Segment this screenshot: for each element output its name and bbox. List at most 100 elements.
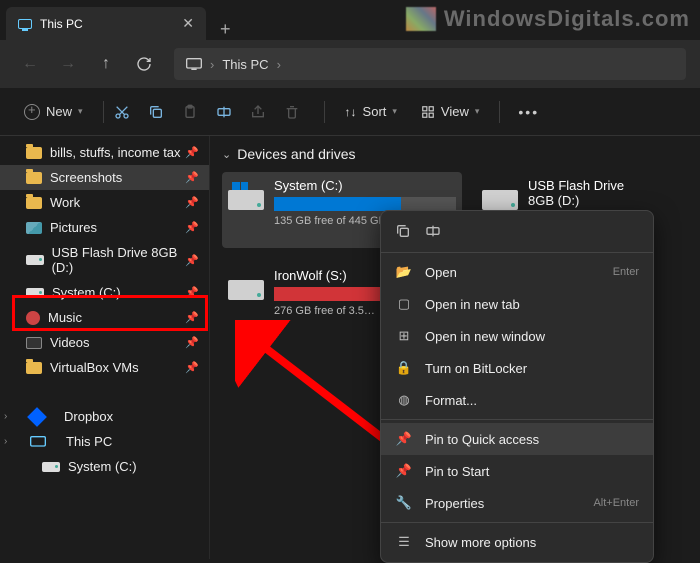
sidebar-item-system-c-2[interactable]: System (C:) <box>0 454 209 479</box>
new-tab-button[interactable]: + <box>206 19 245 40</box>
address-bar[interactable]: › This PC › <box>174 48 686 80</box>
sidebar: bills, stuffs, income tax📌 Screenshots📌 … <box>0 136 210 559</box>
sidebar-item-pictures[interactable]: Pictures📌 <box>0 215 209 240</box>
drive-icon <box>228 272 264 300</box>
sidebar-item-work[interactable]: Work📌 <box>0 190 209 215</box>
sidebar-item-dropbox[interactable]: ›Dropbox <box>0 404 209 429</box>
sidebar-item-label: Music <box>48 310 82 325</box>
sidebar-item-label: VirtualBox VMs <box>50 360 139 375</box>
delete-button[interactable] <box>284 104 314 120</box>
pin-icon: 📌 <box>185 221 199 234</box>
sort-button[interactable]: ↑↓ Sort ▾ <box>335 98 407 125</box>
sidebar-item-label: This PC <box>66 434 112 449</box>
ctx-open-new-window[interactable]: ⊞Open in new window <box>381 320 653 352</box>
ctx-pin-quick-access[interactable]: 📌 Pin to Quick access <box>381 423 653 455</box>
plus-circle-icon <box>24 104 40 120</box>
sidebar-item-label: System (C:) <box>68 459 137 474</box>
lock-icon: 🔒 <box>395 360 413 376</box>
drive-icon <box>42 462 60 472</box>
ctx-properties[interactable]: 🔧PropertiesAlt+Enter <box>381 487 653 519</box>
chevron-right-icon: › <box>4 436 7 447</box>
rename-button[interactable] <box>216 104 246 120</box>
new-label: New <box>46 104 72 119</box>
chevron-right-icon: › <box>210 57 214 72</box>
drive-icon <box>228 182 264 210</box>
back-button[interactable]: ← <box>14 48 46 80</box>
pc-icon <box>30 436 46 448</box>
sidebar-item-system-c[interactable]: System (C:)📌 <box>0 280 209 305</box>
chevron-right-icon: › <box>277 57 281 72</box>
folder-open-icon: 📂 <box>395 264 413 280</box>
section-header[interactable]: ⌄ Devices and drives <box>214 140 700 168</box>
context-menu: 📂OpenEnter ▢Open in new tab ⊞Open in new… <box>380 210 654 563</box>
new-button[interactable]: New ▾ <box>14 98 93 126</box>
ctx-bitlocker[interactable]: 🔒Turn on BitLocker <box>381 352 653 384</box>
ctx-pin-start[interactable]: 📌Pin to Start <box>381 455 653 487</box>
sidebar-item-videos[interactable]: Videos 📌 <box>0 330 209 355</box>
drive-icon <box>26 288 44 298</box>
paste-button[interactable] <box>182 104 212 120</box>
refresh-button[interactable] <box>128 48 160 80</box>
copy-button[interactable] <box>148 104 178 120</box>
tab-title: This PC <box>40 17 83 31</box>
more-button[interactable]: ••• <box>510 104 547 120</box>
separator <box>381 252 653 253</box>
sidebar-item-label: Screenshots <box>50 170 122 185</box>
ctx-label: Format... <box>425 393 477 408</box>
ctx-copy-button[interactable] <box>395 223 415 239</box>
folder-icon <box>26 197 42 209</box>
cut-button[interactable] <box>114 104 144 120</box>
sidebar-item-virtualbox[interactable]: VirtualBox VMs 📌 <box>0 355 209 380</box>
sidebar-item-label: Work <box>50 195 80 210</box>
nav-row: ← → ↑ › This PC › <box>0 40 700 88</box>
share-button[interactable] <box>250 104 280 120</box>
folder-icon <box>26 362 42 374</box>
chevron-right-icon: › <box>4 411 7 422</box>
separator <box>381 522 653 523</box>
sidebar-item-label: Videos <box>50 335 90 350</box>
ctx-rename-button[interactable] <box>425 223 445 239</box>
drive-name: USB Flash Drive 8GB (D:) <box>528 178 650 208</box>
drive-name: System (C:) <box>274 178 456 193</box>
chevron-down-icon: ▾ <box>392 106 397 117</box>
sidebar-item-this-pc[interactable]: › This PC <box>0 429 209 454</box>
ctx-label: Show more options <box>425 535 536 550</box>
breadcrumb[interactable]: This PC <box>222 57 268 72</box>
sidebar-item-bills[interactable]: bills, stuffs, income tax📌 <box>0 140 209 165</box>
sidebar-item-label: USB Flash Drive 8GB (D:) <box>52 245 199 275</box>
up-button[interactable]: ↑ <box>90 48 122 80</box>
ctx-label: Pin to Quick access <box>425 432 539 447</box>
toolbar: New ▾ ↑↓ Sort ▾ View ▾ ••• <box>0 88 700 136</box>
sidebar-item-music[interactable]: Music📌 <box>0 305 209 330</box>
tab-this-pc[interactable]: This PC ✕ <box>6 7 206 40</box>
sidebar-item-usb[interactable]: USB Flash Drive 8GB (D:)📌 <box>0 240 209 280</box>
drive-usage-bar <box>274 197 456 211</box>
chevron-down-icon: ▾ <box>78 106 83 117</box>
pin-icon: 📌 <box>395 431 413 447</box>
section-title: Devices and drives <box>237 146 355 162</box>
ctx-open[interactable]: 📂OpenEnter <box>381 256 653 288</box>
watermark: WindowsDigitals.com <box>406 6 690 32</box>
pin-icon: 📌 <box>185 146 199 159</box>
view-icon <box>421 105 435 119</box>
pin-icon: 📌 <box>185 361 199 374</box>
ctx-format[interactable]: ◍Format... <box>381 384 653 416</box>
sidebar-item-screenshots[interactable]: Screenshots📌 <box>0 165 209 190</box>
separator <box>103 101 104 123</box>
ctx-show-more[interactable]: ☰ Show more options <box>381 526 653 558</box>
folder-icon <box>26 147 42 159</box>
ctx-shortcut: Enter <box>613 266 639 278</box>
forward-button[interactable]: → <box>52 48 84 80</box>
chevron-down-icon: ⌄ <box>222 148 231 161</box>
ctx-label: Open in new window <box>425 329 545 344</box>
ctx-open-new-tab[interactable]: ▢Open in new tab <box>381 288 653 320</box>
close-icon[interactable]: ✕ <box>182 15 194 32</box>
view-button[interactable]: View ▾ <box>411 98 489 125</box>
pin-icon: 📌 <box>185 336 199 349</box>
pin-icon: 📌 <box>395 463 413 479</box>
separator <box>499 101 500 123</box>
pin-icon: 📌 <box>185 254 199 267</box>
chevron-down-icon: ▾ <box>475 106 480 117</box>
more-icon: ☰ <box>395 534 413 550</box>
wrench-icon: 🔧 <box>395 495 413 511</box>
